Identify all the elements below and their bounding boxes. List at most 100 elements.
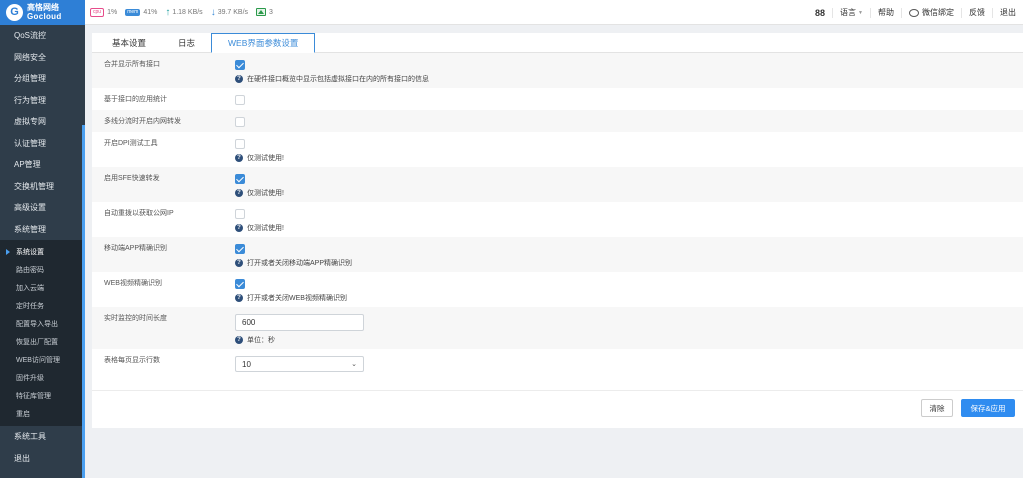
sidebar-item-switch[interactable]: 交换机管理 [0, 176, 85, 198]
sidebar-sub-reboot[interactable]: 重启 [0, 405, 85, 423]
sidebar-item-vpn[interactable]: 虚拟专网 [0, 111, 85, 133]
system-submenu: 系统设置 路由密码 加入云端 定时任务 配置导入导出 恢复出厂配置 WEB访问管… [0, 240, 85, 426]
dpi-checkbox[interactable] [235, 139, 245, 149]
sidebar-sub-system-settings[interactable]: 系统设置 [0, 243, 85, 261]
form-row-multiline-forward: 多线分流时开启内网转发 [92, 110, 1023, 132]
wechat-bind-label: 微信绑定 [922, 8, 954, 17]
online-count: 3 [269, 8, 273, 16]
online-stat: 3 [256, 8, 273, 16]
sidebar-item-behavior[interactable]: 行为管理 [0, 90, 85, 112]
merge-interfaces-checkbox[interactable] [235, 60, 245, 70]
download-stat: ↓ 39.7 KB/s [211, 7, 248, 18]
sidebar-scrollbar[interactable] [82, 125, 85, 478]
web-video-label: WEB视频精确识别 [104, 280, 162, 287]
sidebar: QoS流控 网络安全 分组管理 行为管理 虚拟专网 认证管理 AP管理 交换机管… [0, 25, 85, 478]
form-row-web-video: WEB视频精确识别 ? 打开或者关闭WEB视频精确识别 [92, 272, 1023, 307]
sidebar-sub-factory-reset[interactable]: 恢复出厂配置 [0, 333, 85, 351]
sidebar-item-groups[interactable]: 分组管理 [0, 68, 85, 90]
main-panel: 基本设置 日志 WEB界面参数设置 合并显示所有接口 ? 在硬件接口概览中显示包括… [92, 33, 1023, 428]
rows-per-page-select[interactable]: 10 ⌄ [235, 356, 364, 372]
form-row-monitor-duration: 实时监控的时间长度 ? 单位：秒 [92, 307, 1023, 349]
form-row-dpi: 开启DPI测试工具 ? 仅测试使用! [92, 132, 1023, 167]
cpu-stat: cpu 1% [90, 7, 118, 17]
upload-arrow-icon: ↑ [165, 6, 171, 18]
wechat-bind-link[interactable]: 微信绑定 [901, 7, 961, 18]
sidebar-sub-join-cloud[interactable]: 加入云端 [0, 279, 85, 297]
question-icon: ? [235, 336, 243, 344]
online-devices-icon [256, 8, 267, 16]
action-bar: 清除 保存&应用 [92, 390, 1023, 428]
sidebar-item-auth[interactable]: 认证管理 [0, 133, 85, 155]
sidebar-item-system-tools[interactable]: 系统工具 [0, 426, 85, 448]
tab-log[interactable]: 日志 [162, 33, 211, 53]
sfe-checkbox[interactable] [235, 174, 245, 184]
cpu-icon: cpu [90, 7, 105, 17]
sidebar-item-system[interactable]: 系统管理 [0, 219, 85, 241]
dpi-label: 开启DPI测试工具 [104, 140, 158, 147]
upload-stat: ↑ 1.18 KB/s [165, 7, 202, 18]
form-row-iface-stats: 基于接口的应用统计 [92, 88, 1023, 110]
sidebar-sub-router-password[interactable]: 路由密码 [0, 261, 85, 279]
sfe-hint: 仅测试使用! [247, 190, 284, 197]
mobile-app-label: 移动端APP精确识别 [104, 245, 168, 252]
tab-basic-settings[interactable]: 基本设置 [96, 33, 162, 53]
mem-icon: mem [125, 8, 141, 16]
feedback-link[interactable]: 反馈 [961, 7, 992, 18]
top-bar: G 高恪网络 Gocloud cpu 1% mem 41% ↑ 1.18 KB/… [0, 0, 1023, 25]
sidebar-sub-config-import-export[interactable]: 配置导入导出 [0, 315, 85, 333]
iface-stats-label: 基于接口的应用统计 [104, 96, 167, 103]
logout-link[interactable]: 退出 [992, 7, 1023, 18]
form-row-mobile-app: 移动端APP精确识别 ? 打开或者关闭移动端APP精确识别 [92, 237, 1023, 272]
language-label: 语言 [840, 8, 857, 17]
form-row-rows-per-page: 表格每页显示行数 10 ⌄ [92, 349, 1023, 376]
web-video-hint: 打开或者关闭WEB视频精确识别 [247, 295, 347, 302]
sfe-label: 启用SFE快速转发 [104, 175, 160, 182]
web-video-checkbox[interactable] [235, 279, 245, 289]
mem-value: 41% [143, 8, 158, 16]
sidebar-sub-web-access[interactable]: WEB访问管理 [0, 351, 85, 369]
sidebar-item-advanced[interactable]: 高级设置 [0, 197, 85, 219]
chevron-down-icon: ▼ [858, 9, 863, 16]
mem-stat: mem 41% [125, 8, 158, 16]
clear-button[interactable]: 清除 [921, 399, 953, 417]
sidebar-item-security[interactable]: 网络安全 [0, 47, 85, 69]
mobile-app-checkbox[interactable] [235, 244, 245, 254]
sidebar-sub-scheduled-tasks[interactable]: 定时任务 [0, 297, 85, 315]
logo[interactable]: G 高恪网络 Gocloud [0, 0, 85, 25]
cpu-value: 1% [107, 8, 118, 16]
iface-stats-checkbox[interactable] [235, 95, 245, 105]
sidebar-item-qos[interactable]: QoS流控 [0, 25, 85, 47]
redial-checkbox[interactable] [235, 209, 245, 219]
settings-form: 合并显示所有接口 ? 在硬件接口概览中显示包括虚拟接口在内的所有接口的信息 基于接… [92, 53, 1023, 376]
question-icon: ? [235, 154, 243, 162]
sidebar-item-exit[interactable]: 退出 [0, 448, 85, 470]
help-link[interactable]: 帮助 [870, 7, 901, 18]
monitor-duration-hint: 单位：秒 [247, 337, 275, 344]
dpi-hint: 仅测试使用! [247, 155, 284, 162]
chevron-down-icon: ⌄ [351, 361, 357, 368]
download-arrow-icon: ↓ [210, 6, 216, 18]
user-count[interactable]: 88 [808, 8, 832, 18]
rows-per-page-value: 10 [242, 359, 251, 369]
status-stats: cpu 1% mem 41% ↑ 1.18 KB/s ↓ 39.7 KB/s 3 [90, 7, 281, 18]
monitor-duration-input[interactable] [235, 314, 364, 331]
form-row-merge-interfaces: 合并显示所有接口 ? 在硬件接口概览中显示包括虚拟接口在内的所有接口的信息 [92, 53, 1023, 88]
question-icon: ? [235, 224, 243, 232]
form-row-sfe: 启用SFE快速转发 ? 仅测试使用! [92, 167, 1023, 202]
merge-interfaces-label: 合并显示所有接口 [104, 61, 160, 68]
mobile-app-hint: 打开或者关闭移动端APP精确识别 [247, 260, 353, 267]
language-menu[interactable]: 语言 ▼ [832, 7, 870, 18]
upload-value: 1.18 KB/s [172, 8, 203, 16]
sidebar-sub-signature-db[interactable]: 特征库管理 [0, 387, 85, 405]
rows-per-page-label: 表格每页显示行数 [104, 357, 160, 364]
sidebar-item-ap[interactable]: AP管理 [0, 154, 85, 176]
save-apply-button[interactable]: 保存&应用 [961, 399, 1015, 417]
tab-web-ui-params[interactable]: WEB界面参数设置 [211, 33, 316, 53]
sidebar-sub-firmware-upgrade[interactable]: 固件升级 [0, 369, 85, 387]
question-icon: ? [235, 75, 243, 83]
logo-cn-text: 高恪网络 [27, 3, 59, 12]
logo-en-text: Gocloud [27, 12, 62, 21]
multiline-forward-checkbox[interactable] [235, 117, 245, 127]
monitor-duration-label: 实时监控的时间长度 [104, 315, 167, 322]
form-row-redial: 自动重拨以获取公网IP ? 仅测试使用! [92, 202, 1023, 237]
